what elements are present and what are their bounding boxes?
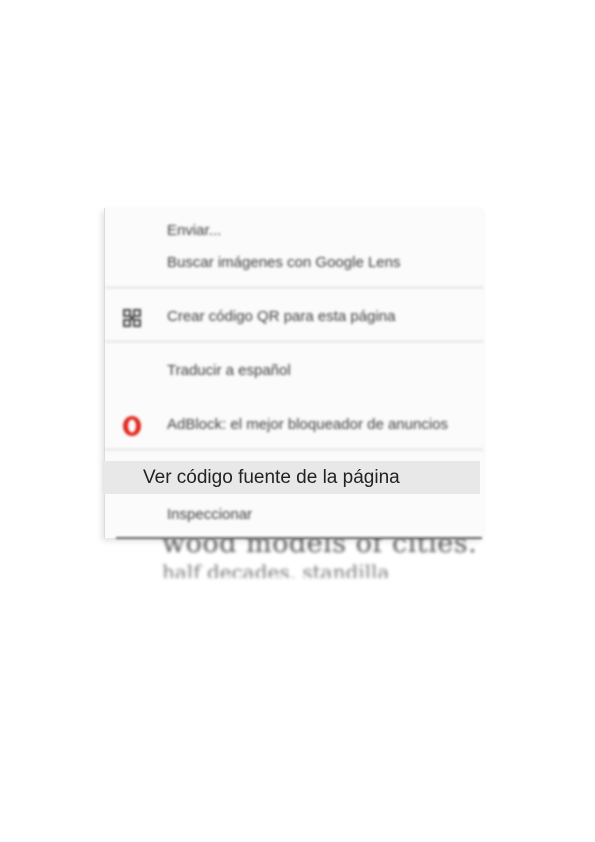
menu-item-label: Crear código QR para esta página bbox=[167, 308, 396, 325]
menu-item-google-lens[interactable]: Buscar imágenes con Google Lens bbox=[105, 250, 483, 276]
menu-item-label: AdBlock: el mejor bloqueador de anuncios bbox=[167, 416, 449, 433]
menu-item-translate[interactable]: Traducir a español bbox=[105, 358, 483, 384]
page-text-line: half decades, standilla bbox=[162, 560, 390, 578]
menu-item-label: Inspeccionar bbox=[167, 506, 253, 523]
opera-adblock-icon bbox=[121, 415, 143, 437]
menu-item-create-qr[interactable]: Crear código QR para esta página bbox=[105, 304, 483, 330]
menu-item-adblock[interactable]: AdBlock: el mejor bloqueador de anuncios bbox=[105, 412, 483, 438]
menu-separator bbox=[105, 341, 483, 342]
menu-separator bbox=[105, 449, 483, 450]
menu-item-send[interactable]: Enviar... bbox=[105, 218, 483, 244]
qr-code-icon bbox=[121, 307, 143, 329]
menu-separator bbox=[105, 287, 483, 288]
menu-item-label: Traducir a español bbox=[167, 362, 291, 379]
page-divider bbox=[116, 537, 482, 539]
menu-item-label: Enviar... bbox=[167, 222, 222, 239]
menu-item-label: Ver código fuente de la página bbox=[143, 467, 400, 488]
menu-item-inspect[interactable]: Inspeccionar bbox=[105, 502, 483, 528]
menu-item-label: Buscar imágenes con Google Lens bbox=[167, 254, 401, 271]
menu-item-view-source[interactable]: Ver código fuente de la página bbox=[102, 461, 480, 494]
